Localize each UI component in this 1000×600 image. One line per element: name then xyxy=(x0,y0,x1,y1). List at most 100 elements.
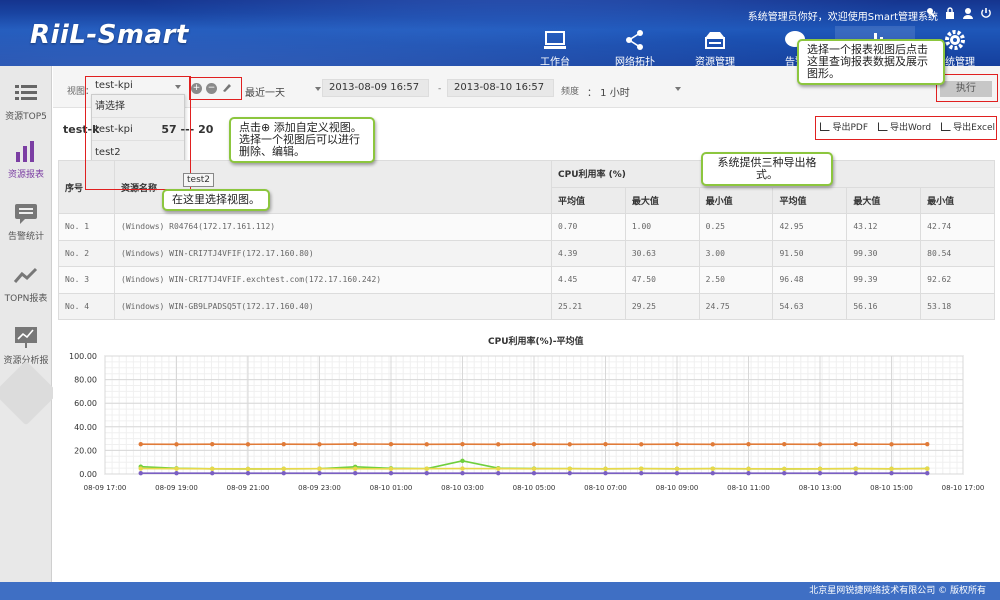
freq-label: 频度 xyxy=(561,87,580,97)
x-tick-label: 08-10 11:00 xyxy=(727,484,770,492)
table-row: No. 1 (Windows) R04764(172.17.161.112) 0.7… xyxy=(58,213,995,241)
data-point xyxy=(817,442,823,447)
sub-header: 最小值 xyxy=(920,186,995,214)
cell-value: 80.54 xyxy=(920,239,995,267)
power-icon[interactable] xyxy=(980,7,992,19)
cell-name: (Windows) WIN-CRI7TJ4VFIF.exchtest.com(1… xyxy=(114,266,552,294)
data-point xyxy=(639,466,644,471)
data-point xyxy=(853,470,858,476)
data-point xyxy=(817,470,823,476)
y-tick-label: 40.00 xyxy=(74,423,97,432)
highlight-execute xyxy=(936,74,998,102)
data-point xyxy=(245,466,251,472)
key-icon[interactable] xyxy=(926,7,938,19)
table-row: No. 3 (Windows) WIN-CRI7TJ4VFIF.exchtest.… xyxy=(58,266,995,294)
data-point xyxy=(674,441,680,447)
data-point xyxy=(782,441,787,447)
callout-query: 选择一个报表视图后点击这里查询报表数据及展示图形。 xyxy=(797,39,945,85)
footer: 北京星网锐捷网络技术有限公司 © 版权所有 xyxy=(0,582,1000,600)
data-point xyxy=(353,441,358,447)
range-select[interactable]: 最近一天 xyxy=(245,84,285,99)
data-point xyxy=(925,470,930,476)
data-point xyxy=(889,470,894,476)
data-point xyxy=(639,442,644,447)
date-dash: - xyxy=(438,84,442,94)
callout-select-view: 在这里选择视图。 xyxy=(162,189,270,211)
cell-name: (Windows) R04764(172.17.161.112) xyxy=(114,213,552,241)
sub-header: 最小值 xyxy=(698,186,774,214)
data-point xyxy=(496,442,501,447)
freq-select[interactable]: ： 1 小时 xyxy=(587,84,630,99)
data-point xyxy=(245,470,251,476)
cell-value: 92.62 xyxy=(920,266,995,294)
hover-tooltip: test2 xyxy=(183,173,215,187)
x-tick-label: 08-10 17:00 xyxy=(942,484,985,492)
trend-icon xyxy=(13,262,39,288)
data-point xyxy=(138,466,143,471)
sidebar-item-alarm-stats[interactable]: 告警统计 xyxy=(0,192,52,254)
data-point xyxy=(424,466,429,471)
cell-value: 47.50 xyxy=(624,266,700,294)
data-point xyxy=(603,441,608,447)
line-chart: 0.00 20.00 40.00 60.00 80.00 100.00 08-09 17:0… xyxy=(69,352,985,492)
data-point xyxy=(174,470,179,476)
lock-icon[interactable] xyxy=(944,7,956,19)
list-icon xyxy=(13,80,39,106)
cell-value: 30.63 xyxy=(624,239,700,267)
data-point xyxy=(889,442,894,447)
data-point xyxy=(746,441,751,447)
cell-value: 4.45 xyxy=(551,266,626,294)
cell-value: 99.30 xyxy=(846,239,922,267)
sub-header: 最大值 xyxy=(624,186,700,214)
data-point xyxy=(353,470,358,476)
data-point xyxy=(317,470,322,476)
end-time-input[interactable]: 2013-08-10 16:57 xyxy=(447,79,554,97)
data-point xyxy=(210,466,215,472)
callout-export: 系统提供三种导出格式。 xyxy=(701,152,833,186)
message-icon xyxy=(13,200,39,226)
data-point xyxy=(925,466,930,471)
data-point xyxy=(460,466,465,471)
left-sidebar: 资源TOP5 资源报表 告警统计 TOPN报表 资源分析报表 xyxy=(0,66,59,582)
monitor-icon xyxy=(515,29,595,51)
data-point xyxy=(567,470,572,476)
app-logo: RiiL-Smart xyxy=(30,20,189,50)
data-point xyxy=(746,470,751,476)
user-icon[interactable] xyxy=(962,7,974,19)
data-point xyxy=(210,470,215,476)
y-tick-label: 60.00 xyxy=(74,399,97,408)
start-time-input[interactable]: 2013-08-09 16:57 xyxy=(322,79,429,97)
cell-no: No. 4 xyxy=(58,292,115,320)
data-point xyxy=(674,470,680,476)
data-point xyxy=(853,441,858,447)
cell-value: 4.39 xyxy=(551,239,626,267)
nav-topology[interactable]: 网络拓扑 xyxy=(595,26,675,66)
x-tick-label: 08-10 13:00 xyxy=(799,484,842,492)
sidebar-item-topn[interactable]: TOPN报表 xyxy=(0,254,52,316)
data-point xyxy=(460,458,465,463)
highlight-view-select xyxy=(85,76,191,190)
bar-chart-icon xyxy=(13,138,39,164)
data-point xyxy=(317,466,322,471)
data-point xyxy=(281,466,286,472)
x-tick-label: 08-09 19:00 xyxy=(155,484,198,492)
cell-value: 0.70 xyxy=(551,213,626,241)
data-point xyxy=(710,466,715,471)
nav-workbench[interactable]: 工作台 xyxy=(515,26,595,66)
nav-resource[interactable]: 资源管理 xyxy=(675,26,755,66)
cell-value: 0.25 xyxy=(698,213,774,241)
data-point xyxy=(496,466,501,471)
table-row: No. 2 (Windows) WIN-CRI7TJ4VFIF(172.17.16… xyxy=(58,239,995,267)
x-tick-label: 08-09 23:00 xyxy=(298,484,341,492)
sidebar-item-resource-report[interactable]: 资源报表 xyxy=(0,130,52,192)
data-point xyxy=(317,442,322,447)
sidebar-item-top5[interactable]: 资源TOP5 xyxy=(0,72,52,134)
data-point xyxy=(603,466,608,472)
cell-value: 43.12 xyxy=(846,213,922,241)
cell-value: 56.16 xyxy=(846,292,922,320)
y-tick-label: 0.00 xyxy=(79,470,97,479)
highlight-exports xyxy=(815,116,997,140)
data-point xyxy=(567,442,572,447)
cell-value: 42.74 xyxy=(920,213,995,241)
data-point xyxy=(710,470,715,476)
